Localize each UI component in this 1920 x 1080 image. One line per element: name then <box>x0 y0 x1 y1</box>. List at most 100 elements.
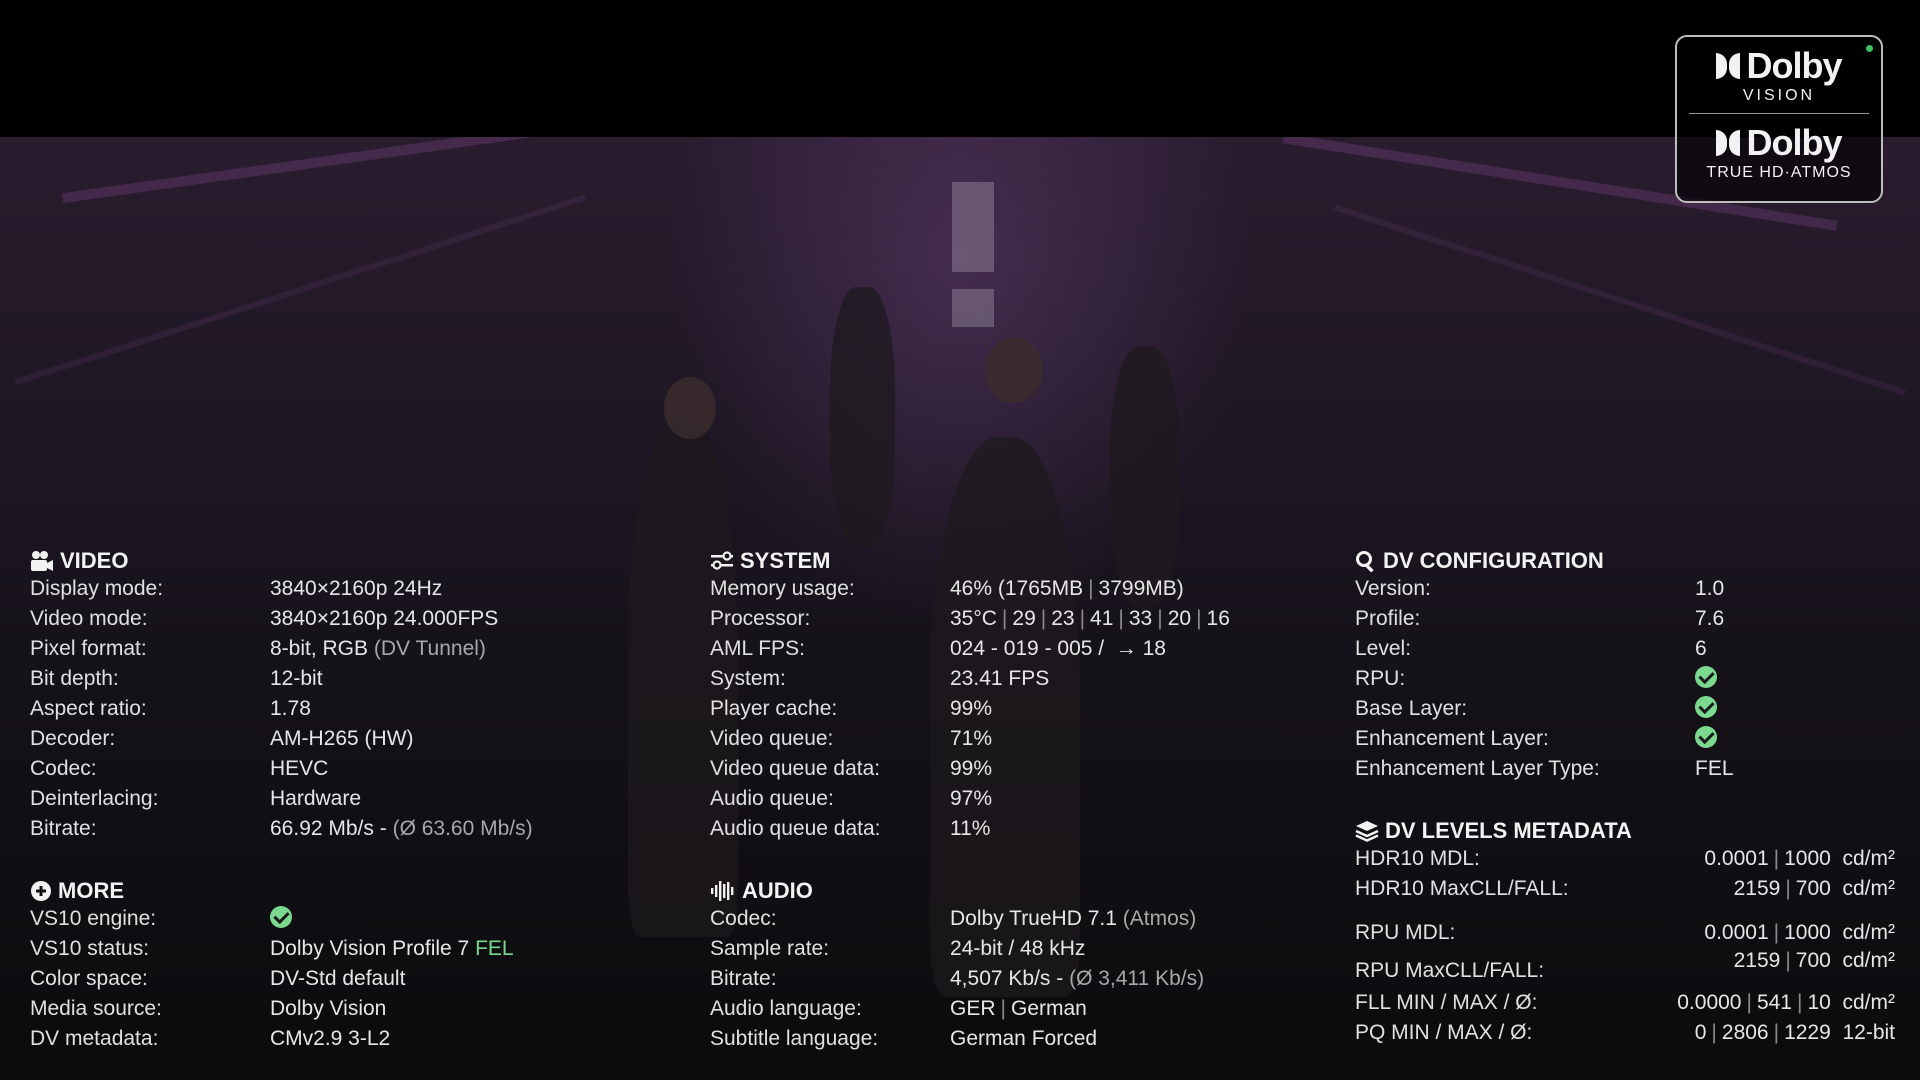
fll-avg: 10 <box>1807 991 1831 1014</box>
color-space-label: Color space: <box>30 967 148 990</box>
rpu-label: RPU: <box>1355 667 1406 690</box>
dolby-vision-brand: Dolby <box>1746 45 1842 86</box>
core-load: 29 <box>1012 607 1036 630</box>
video-info-row: Decoder: AM-H265 (HW) <box>30 724 650 754</box>
audio-bitrate-avg: (Ø 3,411 Kb/s) <box>1069 967 1205 990</box>
more-header: MORE <box>30 878 650 904</box>
video-info-value: 1.78 <box>270 697 311 720</box>
subtitle-language-label: Subtitle language: <box>710 1027 879 1050</box>
rpu-mdl-max: 1000 <box>1784 921 1831 944</box>
video-info-extra: (DV Tunnel) <box>373 637 486 660</box>
memory-usage-label: Memory usage: <box>710 577 855 600</box>
media-source-label: Media source: <box>30 997 162 1020</box>
hdr10-mdl-label: HDR10 MDL: <box>1355 847 1480 870</box>
video-info-value: AM-H265 (HW) <box>270 727 414 750</box>
badge-divider <box>1689 113 1869 114</box>
system-info-value: 99% <box>950 757 993 780</box>
system-header: SYSTEM <box>710 548 1330 574</box>
media-source-row: Media source: Dolby Vision <box>30 994 650 1024</box>
video-info-label: Pixel format: <box>30 637 147 660</box>
core-load: 33 <box>1128 607 1153 630</box>
system-info-label: System: <box>710 667 786 690</box>
enhancement-layer-label: Enhancement Layer: <box>1355 727 1549 750</box>
memory-total-value: 3799MB) <box>1098 577 1184 600</box>
enhancement-layer-type-label: Enhancement Layer Type: <box>1355 757 1600 780</box>
letterbox-bar <box>0 0 1920 137</box>
rpu-maxcll-value: 2159 <box>1733 949 1781 972</box>
pq-max: 2806 <box>1721 1021 1769 1044</box>
pq-row: PQ MIN / MAX / Ø: 0 | 2806 | 1229 12-bit <box>1355 1018 1895 1048</box>
system-info-value: 71% <box>950 727 993 750</box>
system-info-value: 99% <box>950 697 993 720</box>
processor-row: Processor: 35°C | 29 | 23 | 41 | 33 | 20 | 16 <box>710 604 1330 634</box>
dolby-logo-icon <box>1716 53 1741 79</box>
video-info-value: HEVC <box>270 757 329 780</box>
more-title: MORE <box>58 878 124 903</box>
check-icon <box>270 906 292 929</box>
system-info-value: 11% <box>950 817 991 840</box>
memory-usage-row: Memory usage: 46% (1765MB | 3799MB) <box>710 574 1330 604</box>
unit-label: cd/m² <box>1842 847 1896 870</box>
system-section: SYSTEM Memory usage: 46% (1765MB | 3799MB)… <box>710 548 1330 844</box>
system-info-label: Video queue: <box>710 727 834 750</box>
video-info-row: Bit depth: 12-bit <box>30 664 650 694</box>
video-info-value: 12-bit <box>270 667 323 690</box>
pq-min: 0 <box>1694 1021 1707 1044</box>
video-info-label: Aspect ratio: <box>30 697 147 720</box>
aml-fps-target: 18 <box>1142 637 1166 660</box>
fll-min: 0.0000 <box>1677 991 1742 1014</box>
dv-version-value: 1.0 <box>1695 577 1725 600</box>
video-title: VIDEO <box>60 548 129 573</box>
vs10-status-fel: FEL <box>475 937 514 960</box>
processor-temp: 35°C <box>950 607 997 630</box>
video-info-label: Bitrate: <box>30 817 97 840</box>
video-info-label: Decoder: <box>30 727 116 750</box>
vs10-engine-label: VS10 engine: <box>30 907 157 930</box>
unit-label: cd/m² <box>1842 991 1896 1014</box>
core-load: 16 <box>1206 607 1230 630</box>
base-layer-label: Base Layer: <box>1355 697 1468 720</box>
video-info-row: Pixel format: 8-bit, RGB (DV Tunnel) <box>30 634 650 664</box>
core-load: 20 <box>1167 607 1192 630</box>
dv-levels-title: DV LEVELS METADATA <box>1385 818 1632 843</box>
rpu-maxfall-value: 700 <box>1795 949 1831 972</box>
video-info-label: Video mode: <box>30 607 148 630</box>
dv-version-label: Version: <box>1355 577 1431 600</box>
video-camera-icon <box>31 551 53 571</box>
check-icon <box>1695 696 1717 719</box>
more-section: MORE VS10 engine: VS10 status: Dolby Vis… <box>30 878 650 1054</box>
hdr10-mdl-max: 1000 <box>1784 847 1831 870</box>
color-space-value: DV-Std default <box>270 967 406 990</box>
audio-title: AUDIO <box>742 878 813 903</box>
enhancement-layer-row: Enhancement Layer: <box>1355 724 1895 754</box>
hdr10-mdl-min: 0.0001 <box>1704 847 1769 870</box>
system-info-row: Audio queue: 97% <box>710 784 1330 814</box>
audio-codec-row: Codec: Dolby TrueHD 7.1 (Atmos) <box>710 904 1330 934</box>
pq-avg: 1229 <box>1784 1021 1831 1044</box>
fll-label: FLL MIN / MAX / Ø: <box>1355 991 1538 1014</box>
audio-language-row: Audio language: GER | German <box>710 994 1330 1024</box>
vs10-status-label: VS10 status: <box>30 937 150 960</box>
vs10-engine-row: VS10 engine: <box>30 904 650 934</box>
dolby-audio-label: TRUE HD·ATMOS <box>1706 164 1852 181</box>
vs10-status-value: Dolby Vision Profile 7 <box>270 937 470 960</box>
search-icon <box>1356 551 1374 572</box>
hdr10-maxcll-row: HDR10 MaxCLL/FALL: 2159 | 700 cd/m² <box>1355 874 1895 904</box>
system-info-row: Video queue: 71% <box>710 724 1330 754</box>
video-info-value: 66.92 Mb/s - <box>270 817 387 840</box>
core-load: 23 <box>1051 607 1075 630</box>
rpu-maxcll-label: RPU MaxCLL/FALL: <box>1355 959 1545 982</box>
video-section: VIDEO Display mode: 3840×2160p 24Hz Video … <box>30 548 650 844</box>
processor-label: Processor: <box>710 607 811 630</box>
video-info-extra: (Ø 63.60 Mb/s) <box>392 817 533 840</box>
dv-profile-row: Profile: 7.6 <box>1355 604 1895 634</box>
audio-language-code: GER <box>950 997 996 1020</box>
unit-label: cd/m² <box>1842 949 1896 972</box>
video-info-row: Video mode: 3840×2160p 24.000FPS <box>30 604 650 634</box>
sample-rate-label: Sample rate: <box>710 937 830 960</box>
dv-configuration-title: DV CONFIGURATION <box>1383 548 1604 573</box>
audio-header: AUDIO <box>710 878 1330 904</box>
system-info-label: Video queue data: <box>710 757 881 780</box>
hdr10-maxcll-label: HDR10 MaxCLL/FALL: <box>1355 877 1569 900</box>
video-info-value: Hardware <box>270 787 362 810</box>
